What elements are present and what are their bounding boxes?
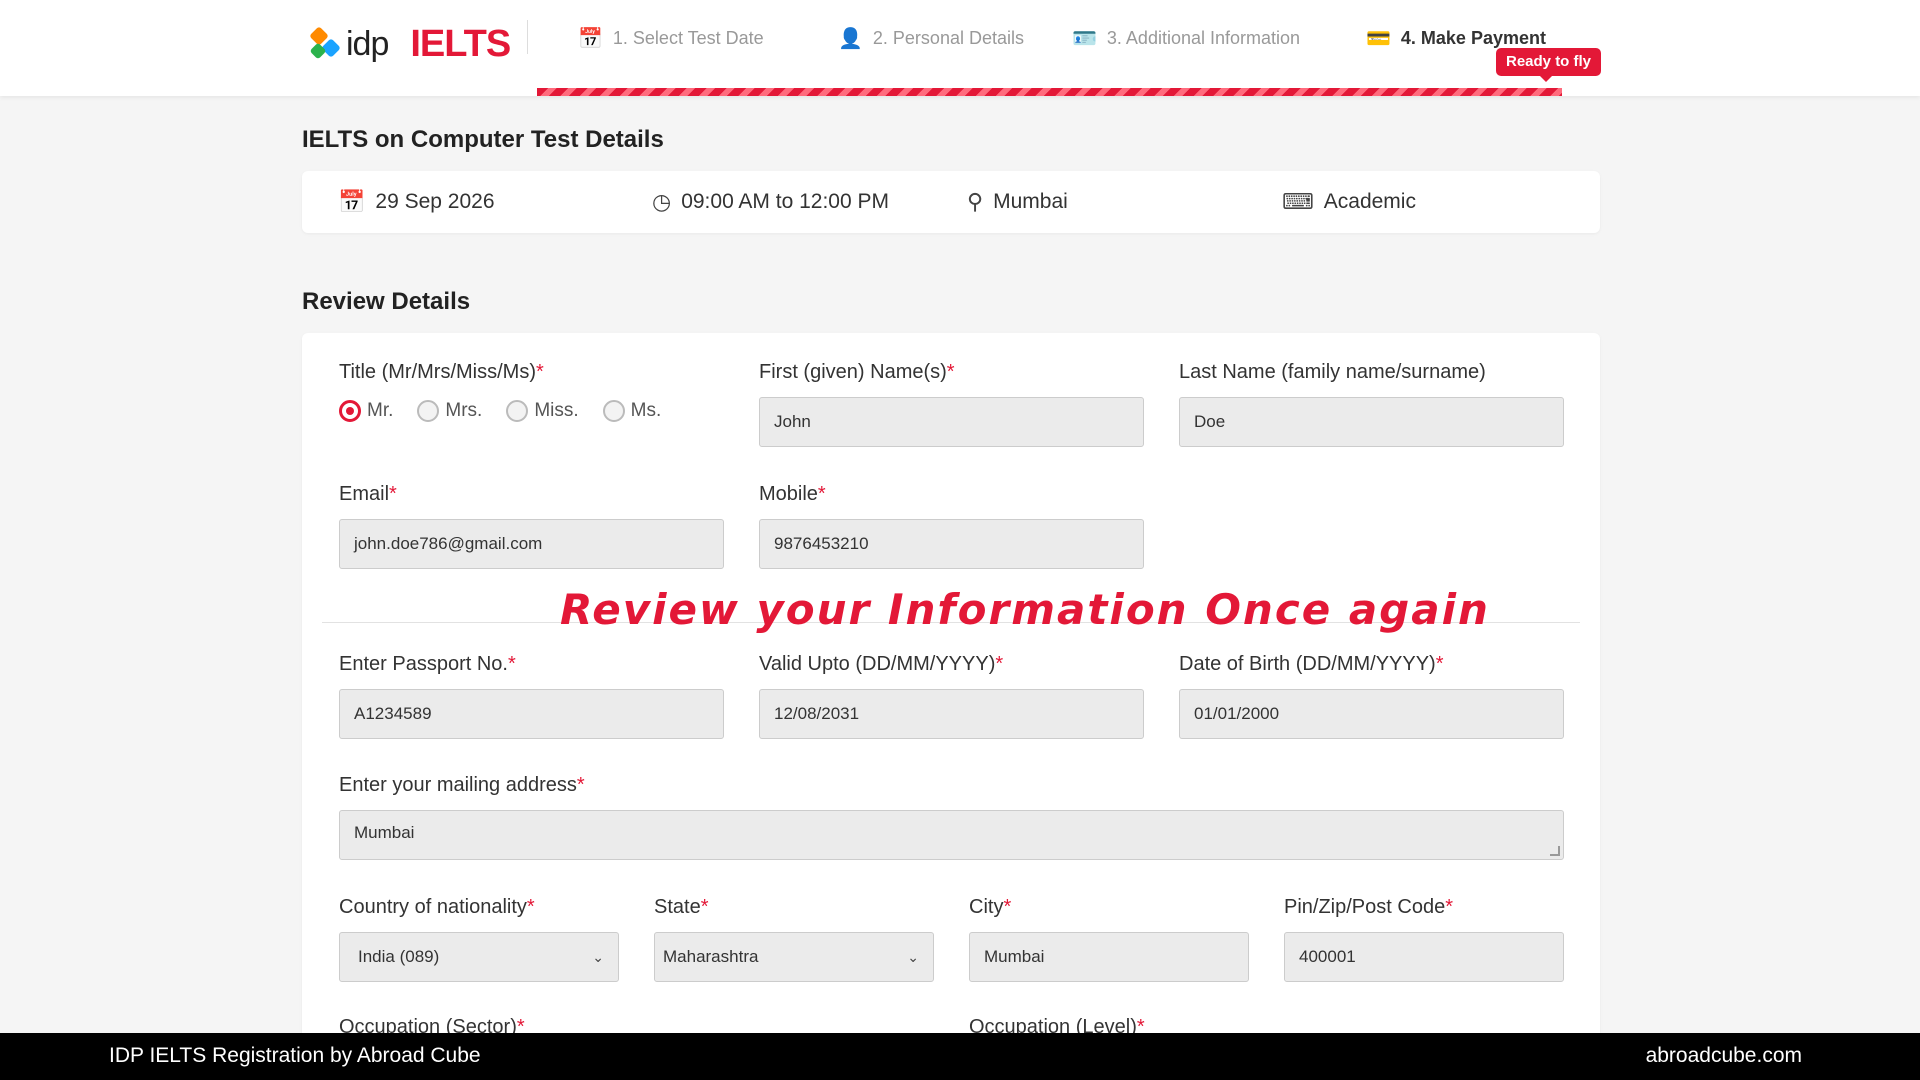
step-label: 1. Select Test Date xyxy=(612,27,764,48)
progress-bar xyxy=(537,88,1562,96)
brand-idp-text: idp xyxy=(346,24,389,63)
country-select[interactable]: India (089) ⌄ xyxy=(339,932,619,982)
calendar-icon: 📅 xyxy=(578,27,603,50)
video-footer-bar: IDP IELTS Registration by Abroad Cube ab… xyxy=(0,1033,1920,1080)
chevron-down-icon: ⌄ xyxy=(592,948,604,965)
dob-field[interactable]: 01/01/2000 xyxy=(1179,689,1564,739)
calendar-icon: 📅 xyxy=(338,189,366,214)
test-details-card: 📅 29 Sep 2026 ◷ 09:00 AM to 12:00 PM ⚲ M… xyxy=(302,171,1600,233)
ready-to-fly-badge: Ready to fly xyxy=(1496,48,1602,82)
idp-logo-icon xyxy=(309,26,344,61)
email-field[interactable]: john.doe786@gmail.com xyxy=(339,519,724,569)
step-label: 4. Make Payment xyxy=(1400,27,1546,48)
passport-field[interactable]: A1234589 xyxy=(339,689,724,739)
title-radio-group: Mr. Mrs. Miss. Ms. xyxy=(339,400,685,422)
title-radio-miss[interactable]: Miss. xyxy=(506,400,579,422)
overlay-caption: Review your Information Once again xyxy=(560,585,1490,634)
user-icon: 👤 xyxy=(838,27,863,50)
clock-icon: ◷ xyxy=(652,189,672,214)
passport-label: Enter Passport No.* xyxy=(339,653,516,675)
address-label: Enter your mailing address* xyxy=(339,774,585,796)
pin-label: Pin/Zip/Post Code* xyxy=(1284,896,1453,918)
last-name-label: Last Name (family name/surname) xyxy=(1179,361,1486,383)
resize-handle[interactable] xyxy=(1550,846,1560,856)
radio-dot xyxy=(602,400,625,422)
test-details-title: IELTS on Computer Test Details xyxy=(302,126,664,153)
step-select-test-date[interactable]: 📅 1. Select Test Date xyxy=(578,18,764,58)
radio-dot xyxy=(506,400,529,422)
test-location: ⚲ Mumbai xyxy=(967,189,1068,214)
keyboard-icon: ⌨ xyxy=(1282,189,1314,214)
title-radio-mr[interactable]: Mr. xyxy=(339,400,393,422)
step-additional-information[interactable]: 🪪 3. Additional Information xyxy=(1072,18,1300,58)
radio-dot xyxy=(417,400,440,422)
radio-dot xyxy=(339,400,361,422)
country-label: Country of nationality* xyxy=(339,896,535,918)
brand-divider xyxy=(527,20,528,54)
last-name-field[interactable]: Doe xyxy=(1179,397,1564,447)
pin-field[interactable]: 400001 xyxy=(1284,932,1564,982)
city-label: City* xyxy=(969,896,1012,918)
address-textarea[interactable]: Mumbai xyxy=(339,810,1564,860)
state-select[interactable]: Maharashtra ⌄ xyxy=(654,932,934,982)
brand-ielts-text: IELTS xyxy=(410,22,511,65)
location-pin-icon: ⚲ xyxy=(967,189,984,214)
title-radio-ms[interactable]: Ms. xyxy=(602,400,661,422)
top-header: idp IELTS 📅 1. Select Test Date 👤 2. Per… xyxy=(0,0,1920,96)
step-label: 2. Personal Details xyxy=(872,27,1024,48)
valid-upto-label: Valid Upto (DD/MM/YYYY)* xyxy=(759,653,1004,675)
first-name-label: First (given) Name(s)* xyxy=(759,361,955,383)
test-module: ⌨ Academic xyxy=(1282,189,1416,214)
credit-card-icon: 💳 xyxy=(1366,27,1391,50)
mobile-field[interactable]: 9876453210 xyxy=(759,519,1144,569)
first-name-field[interactable]: John xyxy=(759,397,1144,447)
state-label: State* xyxy=(654,896,709,918)
title-radio-mrs[interactable]: Mrs. xyxy=(417,400,482,422)
test-date: 📅 29 Sep 2026 xyxy=(338,189,495,214)
mobile-label: Mobile* xyxy=(759,483,826,505)
dob-label: Date of Birth (DD/MM/YYYY)* xyxy=(1179,653,1444,675)
chevron-down-icon: ⌄ xyxy=(907,948,919,965)
test-time: ◷ 09:00 AM to 12:00 PM xyxy=(652,189,889,214)
review-details-title: Review Details xyxy=(302,288,471,315)
footer-right-text: abroadcube.com xyxy=(1645,1044,1802,1067)
title-label: Title (Mr/Mrs/Miss/Ms)* xyxy=(339,361,544,383)
valid-upto-field[interactable]: 12/08/2031 xyxy=(759,689,1144,739)
city-field[interactable]: Mumbai xyxy=(969,932,1249,982)
footer-left-text: IDP IELTS Registration by Abroad Cube xyxy=(109,1044,481,1067)
email-label: Email* xyxy=(339,483,397,505)
brand-logo[interactable]: idp IELTS xyxy=(309,18,511,70)
id-card-icon: 🪪 xyxy=(1072,27,1097,50)
step-label: 3. Additional Information xyxy=(1106,27,1301,48)
step-personal-details[interactable]: 👤 2. Personal Details xyxy=(838,18,1024,58)
